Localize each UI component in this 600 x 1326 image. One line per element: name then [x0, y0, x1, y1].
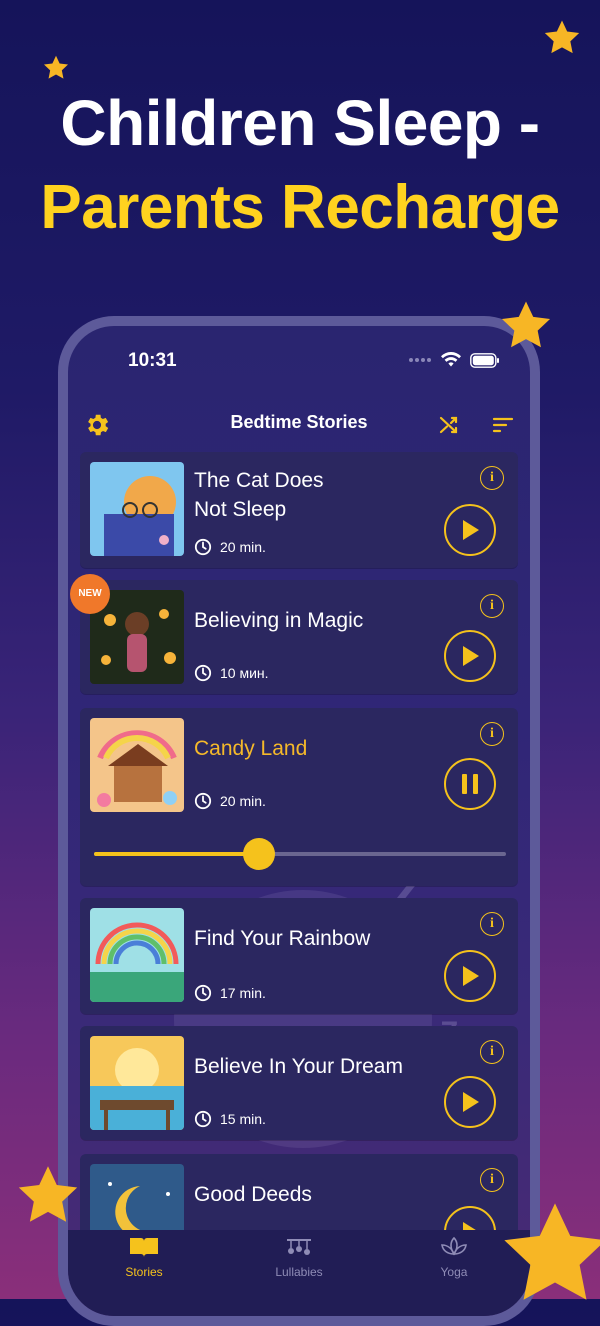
story-title: Believe In Your Dream: [194, 1055, 403, 1078]
star-icon: [18, 1166, 78, 1222]
info-button[interactable]: i: [480, 722, 504, 746]
pause-button[interactable]: [444, 758, 496, 810]
story-duration: 15 min.: [194, 1110, 266, 1128]
tab-lullabies[interactable]: Lullabies: [229, 1236, 369, 1279]
story-duration: 17 min.: [194, 984, 266, 1002]
nav-bar: Bedtime Stories: [68, 402, 530, 446]
info-button[interactable]: i: [480, 912, 504, 936]
story-card-active[interactable]: Candy Land 20 min. i: [80, 708, 518, 886]
story-title: Find Your Rainbow: [194, 927, 371, 950]
play-icon: [463, 520, 479, 540]
status-bar: 10:31: [68, 350, 530, 376]
story-title: The Cat Does Not Sleep: [194, 469, 324, 521]
new-badge: NEW: [70, 574, 110, 614]
headline-line2: Parents Recharge: [40, 173, 560, 242]
story-duration: 10 мин.: [194, 664, 269, 682]
star-icon: [43, 55, 69, 79]
tab-label: Stories: [125, 1265, 163, 1279]
tab-bar: Stories Lullabies Yoga: [68, 1230, 530, 1316]
star-icon: [544, 20, 580, 54]
headline-line1: Children Sleep -: [60, 87, 540, 159]
shuffle-icon: [439, 416, 458, 434]
clock-icon: [194, 664, 212, 682]
info-button[interactable]: i: [480, 1168, 504, 1192]
star-icon: [501, 301, 551, 348]
clock-icon: [194, 792, 212, 810]
progress-handle[interactable]: [242, 838, 275, 870]
play-icon: [463, 1092, 479, 1112]
story-thumbnail: [90, 718, 184, 812]
app-screen: Z Z Z 10:31 Bedtime Stories: [68, 326, 530, 1316]
wifi-icon: [441, 352, 461, 367]
story-title: Candy Land: [194, 737, 308, 760]
info-button[interactable]: i: [480, 594, 504, 618]
story-thumbnail: [90, 462, 184, 556]
clock-icon: [194, 1110, 212, 1128]
story-card[interactable]: Believe In Your Dream 15 min. i: [80, 1026, 518, 1140]
play-icon: [463, 646, 479, 666]
pause-icon: [462, 774, 478, 794]
progress-slider[interactable]: [94, 838, 506, 870]
sort-icon: [492, 417, 514, 433]
play-button[interactable]: [444, 950, 496, 1002]
play-button[interactable]: [444, 630, 496, 682]
story-title: Believing in Magic: [194, 609, 364, 632]
phone-frame: Z Z Z 10:31 Bedtime Stories: [58, 316, 540, 1326]
tab-label: Lullabies: [275, 1265, 323, 1279]
tab-stories[interactable]: Stories: [74, 1236, 214, 1279]
progress-fill: [94, 852, 259, 856]
play-button[interactable]: [444, 1076, 496, 1128]
clock-icon: [194, 984, 212, 1002]
mobile-icon: [287, 1239, 311, 1255]
lotus-icon: [441, 1236, 467, 1256]
star-icon: [504, 1203, 600, 1300]
info-button[interactable]: i: [480, 466, 504, 490]
shuffle-button[interactable]: [434, 410, 464, 440]
story-card[interactable]: Find Your Rainbow 17 min. i: [80, 898, 518, 1014]
story-thumbnail: [90, 1036, 184, 1130]
story-card[interactable]: Believing in Magic 10 мин. i: [80, 580, 518, 694]
clock-icon: [194, 538, 212, 556]
status-time: 10:31: [128, 350, 177, 371]
cellular-signal-icon: [409, 358, 431, 362]
battery-icon: [470, 352, 499, 368]
book-icon: [130, 1238, 158, 1257]
story-duration: 20 min.: [194, 538, 266, 556]
sort-button[interactable]: [488, 410, 518, 440]
play-icon: [463, 966, 479, 986]
play-button[interactable]: [444, 504, 496, 556]
story-card[interactable]: The Cat Does Not Sleep 20 min. i: [80, 452, 518, 568]
story-duration: 20 min.: [194, 792, 266, 810]
info-button[interactable]: i: [480, 1040, 504, 1064]
story-title: Good Deeds: [194, 1183, 312, 1206]
story-thumbnail: [90, 908, 184, 1002]
